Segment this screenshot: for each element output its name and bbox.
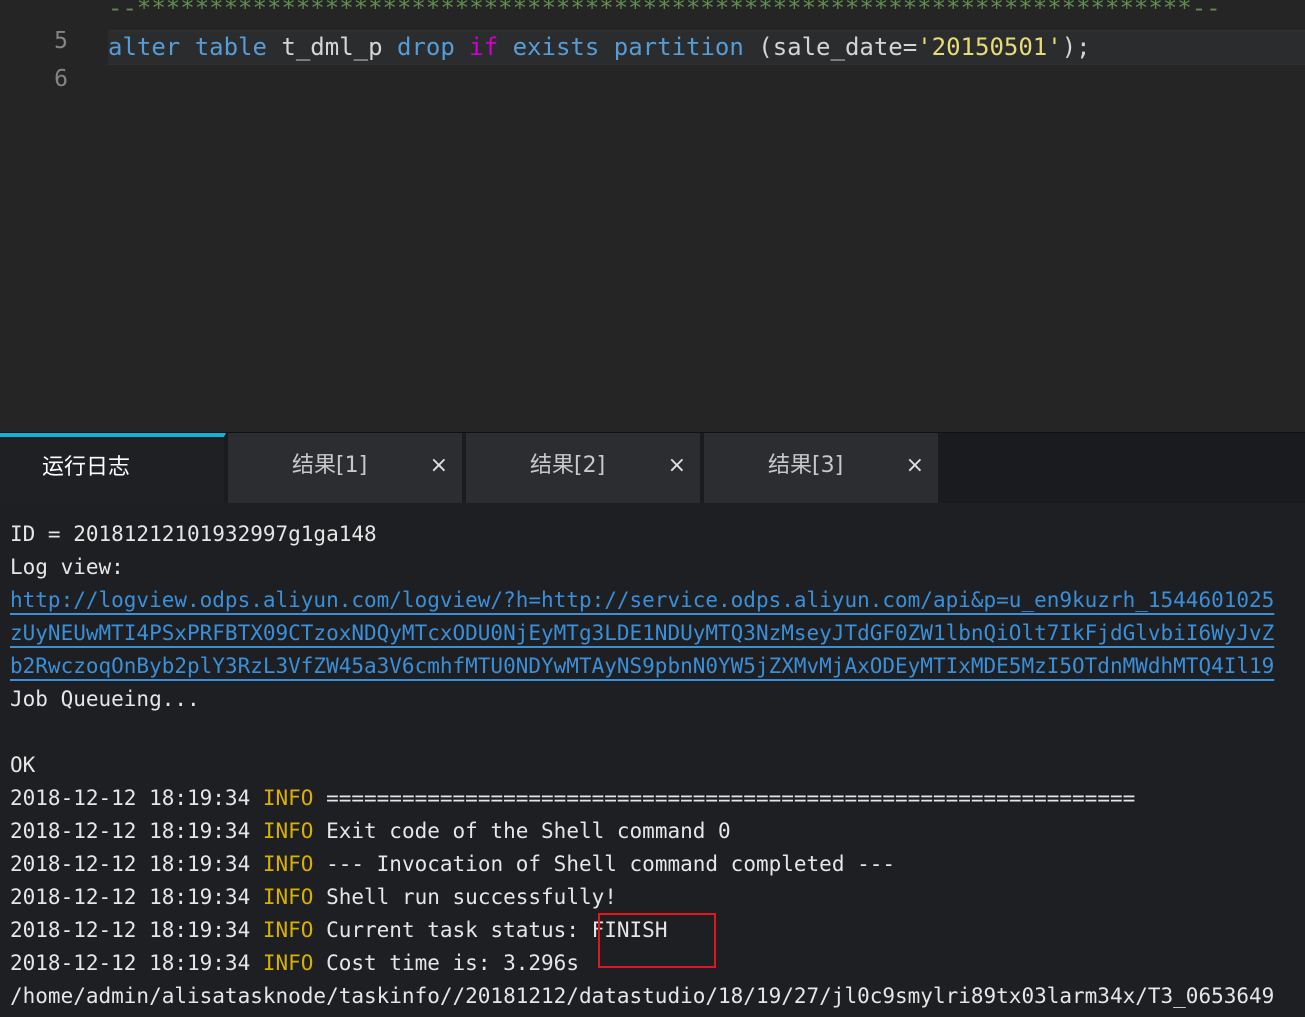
- tab-result-2[interactable]: 结果[2] ×: [466, 433, 702, 503]
- keyword-drop: drop: [397, 33, 455, 61]
- close-icon[interactable]: ×: [668, 433, 686, 499]
- log-queue-line: Job Queueing...: [10, 687, 200, 711]
- run-log-panel[interactable]: ID = 20181212101932997g1ga148 Log view: …: [0, 503, 1305, 1017]
- log-timestamp: 2018-12-12 18:19:34: [10, 852, 263, 876]
- log-entry: 2018-12-12 18:19:34 INFO Current task st…: [10, 914, 667, 947]
- tab-label: 运行日志: [42, 455, 131, 480]
- editor-line-6[interactable]: 6 alter table t_dml_p drop if exists par…: [0, 30, 1305, 92]
- log-id-line: ID = 20181212101932997g1ga148: [10, 522, 377, 546]
- sql-editor[interactable]: 5 --************************************…: [0, 0, 1305, 432]
- log-entry: 2018-12-12 18:19:34 INFO Shell run succe…: [10, 881, 617, 914]
- log-path-line: /home/admin/alisatasknode/taskinfo//2018…: [10, 984, 1275, 1008]
- log-message: --- Invocation of Shell command complete…: [313, 852, 896, 876]
- log-message: Cost time is: 3.296s: [313, 951, 579, 975]
- log-entry: 2018-12-12 18:19:34 INFO Exit code of th…: [10, 815, 731, 848]
- keyword-if: if: [469, 33, 499, 61]
- code-comment: --**************************************…: [108, 0, 1221, 22]
- editor-line-5[interactable]: 5 --************************************…: [0, 0, 1305, 54]
- log-timestamp: 2018-12-12 18:19:34: [10, 819, 263, 843]
- keyword-exists: exists: [512, 33, 600, 61]
- log-level: INFO: [262, 951, 314, 975]
- log-message: Exit code of the Shell command 0: [313, 819, 731, 843]
- log-timestamp: 2018-12-12 18:19:34: [10, 885, 263, 909]
- statement-end: );: [1061, 33, 1091, 61]
- string-literal: '20150501': [917, 33, 1062, 61]
- log-message: ========================================…: [313, 786, 1136, 810]
- log-level: INFO: [262, 786, 314, 810]
- log-level: INFO: [262, 852, 314, 876]
- tab-label: 结果[3]: [768, 453, 844, 478]
- log-entry: 2018-12-12 18:19:34 INFO Cost time is: 3…: [10, 947, 579, 980]
- tab-label: 结果[1]: [292, 453, 368, 478]
- tab-run-log[interactable]: 运行日志: [0, 433, 226, 503]
- log-timestamp: 2018-12-12 18:19:34: [10, 951, 263, 975]
- tab-result-1[interactable]: 结果[1] ×: [228, 433, 464, 503]
- code-statement: alter table t_dml_p drop if exists parti…: [108, 30, 1305, 65]
- log-level: INFO: [262, 918, 314, 942]
- log-message: Shell run successfully!: [313, 885, 617, 909]
- table-name: t_dml_p: [266, 33, 397, 61]
- close-icon[interactable]: ×: [906, 433, 924, 499]
- line-number: 6: [54, 66, 68, 92]
- log-ok-line: OK: [10, 753, 36, 777]
- tab-result-3[interactable]: 结果[3] ×: [704, 433, 940, 503]
- finish-highlight-box: [598, 913, 716, 968]
- log-level: INFO: [262, 885, 314, 909]
- result-tab-bar: 运行日志 结果[1] × 结果[2] × 结果[3] ×: [0, 432, 1305, 504]
- log-timestamp: 2018-12-12 18:19:34: [10, 918, 263, 942]
- log-timestamp: 2018-12-12 18:19:34: [10, 786, 263, 810]
- keyword-alter: alter: [108, 33, 181, 61]
- logview-link[interactable]: b2RwczoqOnByb2plY3RzL3VfZW45a3V6cmhfMTU0…: [10, 650, 1274, 683]
- tab-label: 结果[2]: [530, 453, 606, 478]
- keyword-partition: partition: [613, 33, 744, 61]
- log-view-label: Log view:: [10, 555, 124, 579]
- close-icon[interactable]: ×: [430, 433, 448, 499]
- log-level: INFO: [262, 819, 314, 843]
- log-entry: 2018-12-12 18:19:34 INFO --- Invocation …: [10, 848, 895, 881]
- partition-column: (sale_date=: [743, 33, 918, 61]
- logview-link[interactable]: http://logview.odps.aliyun.com/logview/?…: [10, 584, 1274, 617]
- log-entry: 2018-12-12 18:19:34 INFO ===============…: [10, 782, 1135, 815]
- keyword-table: table: [194, 33, 267, 61]
- logview-link[interactable]: zUyNEUwMTI4PSxPRFBTX09CTzoxNDQyMTcxODU0N…: [10, 617, 1274, 650]
